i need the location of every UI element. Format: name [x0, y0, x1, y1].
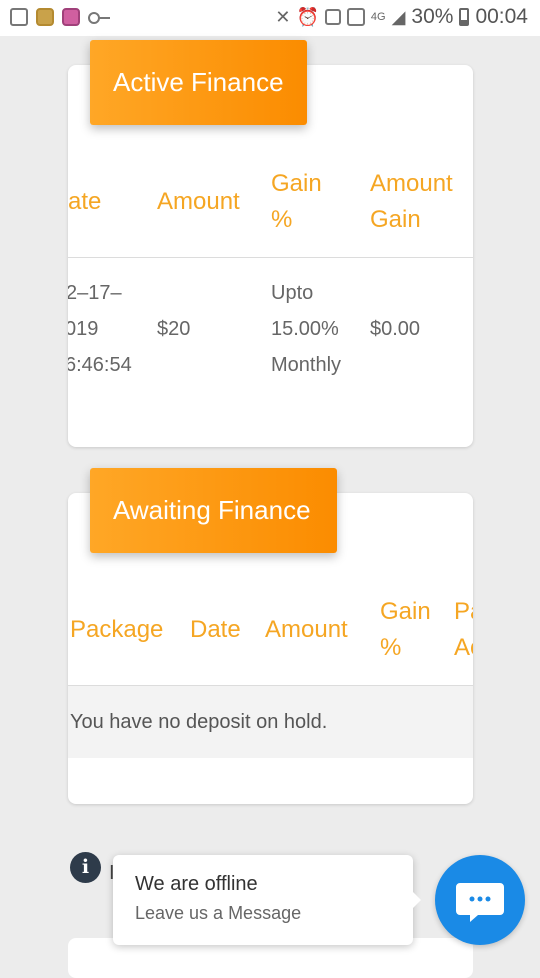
- header-gain-line2: %: [380, 634, 402, 661]
- header-package: Package: [70, 616, 164, 643]
- header-date: ate: [68, 188, 102, 215]
- mute-icon: ✕: [275, 6, 291, 27]
- header-gain-line1: Gain: [271, 170, 322, 197]
- cell-gain-line3: Monthly: [271, 354, 342, 376]
- chat-status: We are offline: [135, 873, 258, 895]
- header-amount-gain-line2: Gain: [370, 206, 421, 233]
- cell-date-line2: 019: [68, 318, 99, 340]
- empty-row: You have no deposit on hold.: [68, 686, 473, 758]
- cell-gain-line2: 15.00%: [271, 318, 339, 340]
- header-truncated-line2: Ac: [454, 634, 473, 661]
- battery-icon: [459, 8, 470, 26]
- chat-offline-bubble[interactable]: We are offline Leave us a Message: [113, 855, 421, 945]
- battery-percent: 30%: [411, 5, 454, 28]
- alarm-icon: ⏰: [296, 6, 319, 27]
- header-date: Date: [190, 616, 241, 643]
- heart-icon: [324, 9, 341, 25]
- cell-gain-line1: Upto: [271, 282, 314, 304]
- status-bar: ✕ ⏰ 4G ◢ 30% 00:04: [0, 0, 540, 36]
- cell-date-line1: 2–17–: [68, 282, 122, 304]
- header-amount: Amount: [157, 188, 240, 215]
- chat-bubble-icon: [456, 883, 504, 922]
- system-icons: ✕ ⏰ 4G ◢ 30% 00:04: [275, 5, 528, 29]
- chat-button[interactable]: [435, 855, 525, 945]
- app-notification-icon-2: [62, 8, 80, 26]
- network-type: 4G: [370, 11, 386, 23]
- key-icon: [88, 12, 110, 24]
- clock: 00:04: [475, 5, 528, 28]
- notification-icons: [10, 8, 110, 26]
- signal-icon: ◢: [391, 6, 406, 27]
- info-icon[interactable]: i: [70, 852, 101, 883]
- header-truncated-line1: Pa: [454, 598, 473, 625]
- cell-date-line3: 6:46:54: [68, 354, 132, 376]
- awaiting-finance-title: Awaiting Finance: [90, 468, 337, 553]
- app-notification-icon: [36, 8, 54, 26]
- header-gain-line2: %: [271, 206, 293, 233]
- gallery-icon: [10, 8, 28, 26]
- chat-cta[interactable]: Leave us a Message: [135, 903, 301, 924]
- cell-amount: $20: [157, 318, 191, 340]
- cell-amount-gain: $0.00: [370, 318, 421, 340]
- empty-message: You have no deposit on hold.: [70, 711, 328, 733]
- signal-box-icon: [346, 8, 365, 26]
- header-amount: Amount: [265, 616, 348, 643]
- header-amount-gain-line1: Amount: [370, 170, 453, 197]
- header-gain-line1: Gain: [380, 598, 431, 625]
- active-finance-title: Active Finance: [90, 40, 307, 125]
- header-divider: [68, 257, 473, 258]
